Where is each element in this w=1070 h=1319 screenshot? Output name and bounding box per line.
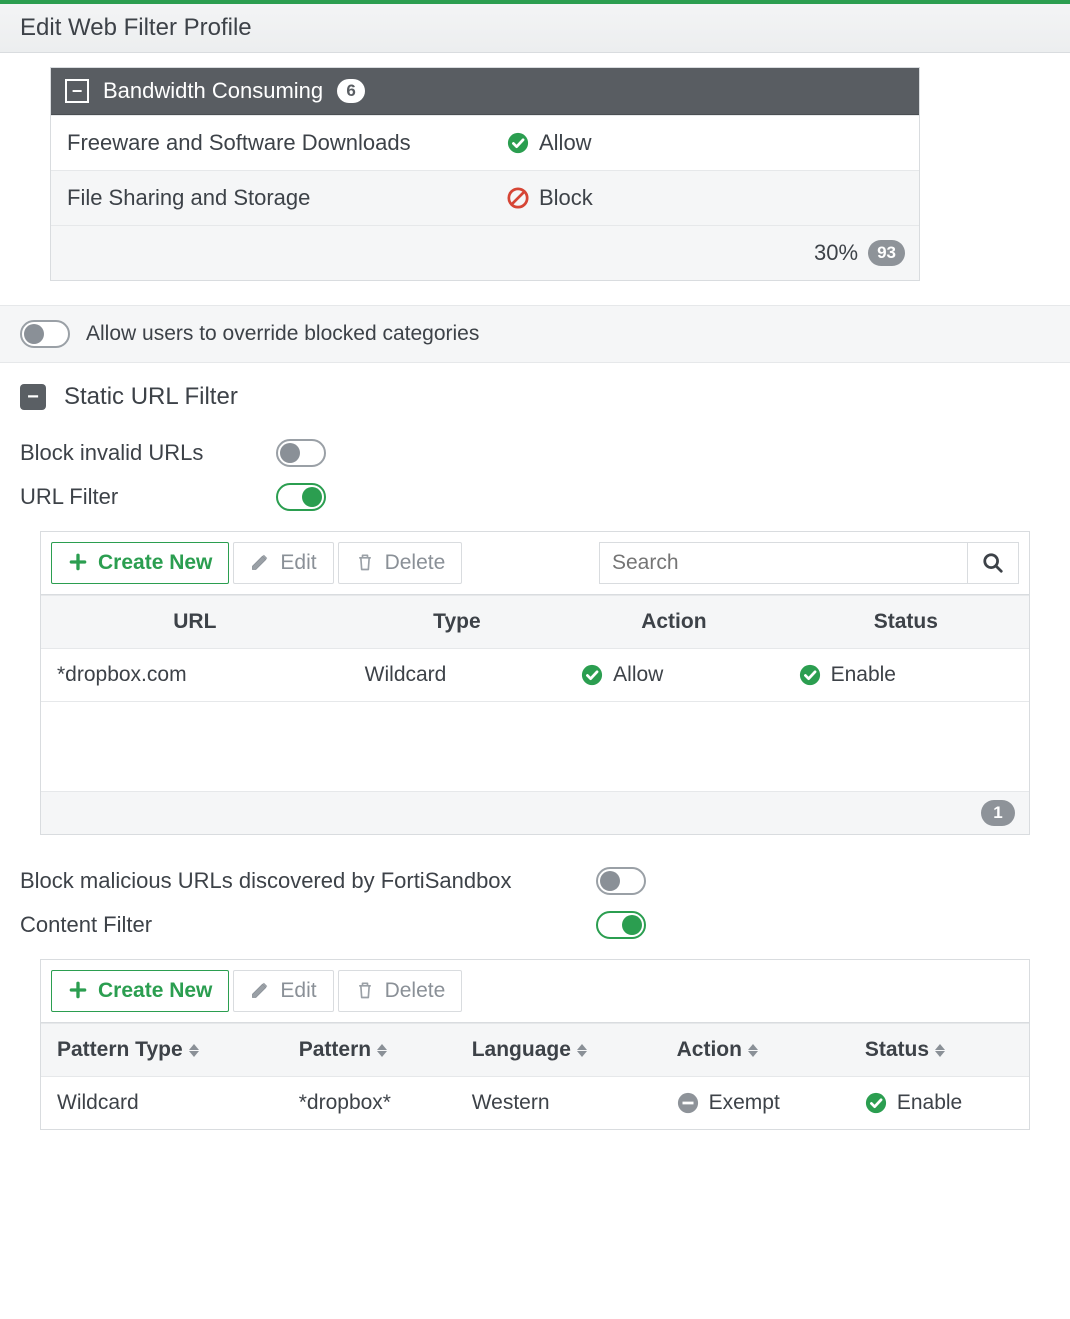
url-filter-count-badge: 1 — [981, 800, 1015, 826]
override-label: Allow users to override blocked categori… — [86, 322, 479, 346]
col-status[interactable]: Status — [849, 1024, 1029, 1077]
sandbox-label: Block malicious URLs discovered by Forti… — [20, 868, 580, 894]
table-row[interactable]: *dropbox.com Wildcard Allow Enable — [41, 649, 1029, 702]
cell-url: *dropbox.com — [41, 649, 349, 702]
create-new-button[interactable]: Create New — [51, 970, 229, 1012]
search-icon — [982, 552, 1004, 574]
category-item[interactable]: Freeware and Software Downloads Allow — [51, 115, 919, 170]
delete-label: Delete — [385, 979, 446, 1003]
cell-status: Enable — [849, 1077, 1029, 1130]
block-icon — [507, 187, 529, 209]
col-pattern[interactable]: Pattern — [283, 1024, 456, 1077]
delete-button[interactable]: Delete — [338, 970, 463, 1012]
col-status[interactable]: Status — [783, 596, 1029, 649]
col-action[interactable]: Action — [565, 596, 782, 649]
exempt-icon — [677, 1092, 699, 1114]
cell-pattern-type: Wildcard — [41, 1077, 283, 1130]
cell-status-text: Enable — [897, 1091, 962, 1115]
category-card: − Bandwidth Consuming 6 Freeware and Sof… — [50, 67, 920, 281]
section-static-label: Static URL Filter — [64, 383, 238, 411]
category-item-name: File Sharing and Storage — [51, 171, 491, 225]
content-filter-row: Content Filter — [0, 903, 1070, 947]
sort-icon — [748, 1044, 758, 1057]
create-new-label: Create New — [98, 551, 212, 575]
cell-status-text: Enable — [831, 663, 896, 687]
collapse-icon: − — [65, 79, 89, 103]
col-type[interactable]: Type — [349, 596, 565, 649]
invalid-url-label: Block invalid URLs — [20, 440, 260, 466]
plus-icon — [68, 980, 90, 1002]
url-filter-label: URL Filter — [20, 484, 260, 510]
edit-button[interactable]: Edit — [233, 542, 333, 584]
category-percent-badge: 93 — [868, 240, 905, 266]
category-footer: 30% 93 — [51, 225, 919, 280]
cell-action-text: Exempt — [709, 1091, 780, 1115]
col-pattern-type[interactable]: Pattern Type — [41, 1024, 283, 1077]
pencil-icon — [250, 980, 272, 1002]
allow-icon — [507, 132, 529, 154]
category-item-action: Block — [539, 185, 593, 211]
sort-icon — [577, 1044, 587, 1057]
col-language[interactable]: Language — [456, 1024, 661, 1077]
pencil-icon — [250, 552, 272, 574]
content-filter-label: Content Filter — [20, 912, 580, 938]
allow-icon — [799, 664, 821, 686]
override-toggle[interactable] — [20, 320, 70, 348]
cell-status: Enable — [783, 649, 1029, 702]
search-wrap — [599, 542, 1019, 584]
col-action[interactable]: Action — [661, 1024, 849, 1077]
category-item-action: Allow — [539, 130, 592, 156]
category-item-name: Freeware and Software Downloads — [51, 116, 491, 170]
url-filter-toggle[interactable] — [276, 483, 326, 511]
cell-pattern: *dropbox* — [283, 1077, 456, 1130]
content-filter-table: Pattern Type Pattern Language Action Sta… — [41, 1023, 1029, 1129]
category-percent: 30% — [814, 240, 858, 266]
allow-icon — [581, 664, 603, 686]
sandbox-toggle[interactable] — [596, 867, 646, 895]
search-input[interactable] — [600, 543, 967, 583]
invalid-url-row: Block invalid URLs — [0, 431, 1070, 475]
cell-language: Western — [456, 1077, 661, 1130]
category-count-badge: 6 — [337, 79, 365, 103]
edit-label: Edit — [280, 551, 316, 575]
table-row[interactable]: Wildcard *dropbox* Western Exempt Enable — [41, 1077, 1029, 1130]
col-url[interactable]: URL — [41, 596, 349, 649]
edit-button[interactable]: Edit — [233, 970, 333, 1012]
content-filter-panel: Create New Edit Delete Pattern Type Patt… — [40, 959, 1030, 1130]
collapse-icon: − — [20, 384, 46, 410]
category-item[interactable]: File Sharing and Storage Block — [51, 170, 919, 225]
invalid-url-toggle[interactable] — [276, 439, 326, 467]
sort-icon — [935, 1044, 945, 1057]
category-name: Bandwidth Consuming — [103, 78, 323, 104]
create-new-label: Create New — [98, 979, 212, 1003]
cell-type: Wildcard — [349, 649, 565, 702]
cell-action-text: Allow — [613, 663, 663, 687]
edit-label: Edit — [280, 979, 316, 1003]
sort-icon — [189, 1044, 199, 1057]
url-filter-row: URL Filter — [0, 475, 1070, 519]
trash-icon — [355, 980, 377, 1002]
delete-button[interactable]: Delete — [338, 542, 463, 584]
content-filter-toolbar: Create New Edit Delete — [41, 960, 1029, 1023]
table-empty-row — [41, 702, 1029, 792]
delete-label: Delete — [385, 551, 446, 575]
category-header[interactable]: − Bandwidth Consuming 6 — [51, 68, 919, 115]
cell-action: Allow — [565, 649, 782, 702]
trash-icon — [355, 552, 377, 574]
url-filter-table: URL Type Action Status *dropbox.com Wild… — [41, 595, 1029, 834]
allow-icon — [865, 1092, 887, 1114]
table-footer: 1 — [41, 792, 1029, 835]
plus-icon — [68, 552, 90, 574]
search-button[interactable] — [967, 543, 1018, 583]
override-row: Allow users to override blocked categori… — [0, 305, 1070, 363]
section-static-title[interactable]: − Static URL Filter — [0, 363, 1070, 431]
cell-action: Exempt — [661, 1077, 849, 1130]
url-filter-toolbar: Create New Edit Delete — [41, 532, 1029, 595]
sort-icon — [377, 1044, 387, 1057]
url-filter-panel: Create New Edit Delete URL Type — [40, 531, 1030, 835]
sandbox-row: Block malicious URLs discovered by Forti… — [0, 859, 1070, 903]
content-filter-toggle[interactable] — [596, 911, 646, 939]
page-title: Edit Web Filter Profile — [0, 4, 1070, 53]
create-new-button[interactable]: Create New — [51, 542, 229, 584]
